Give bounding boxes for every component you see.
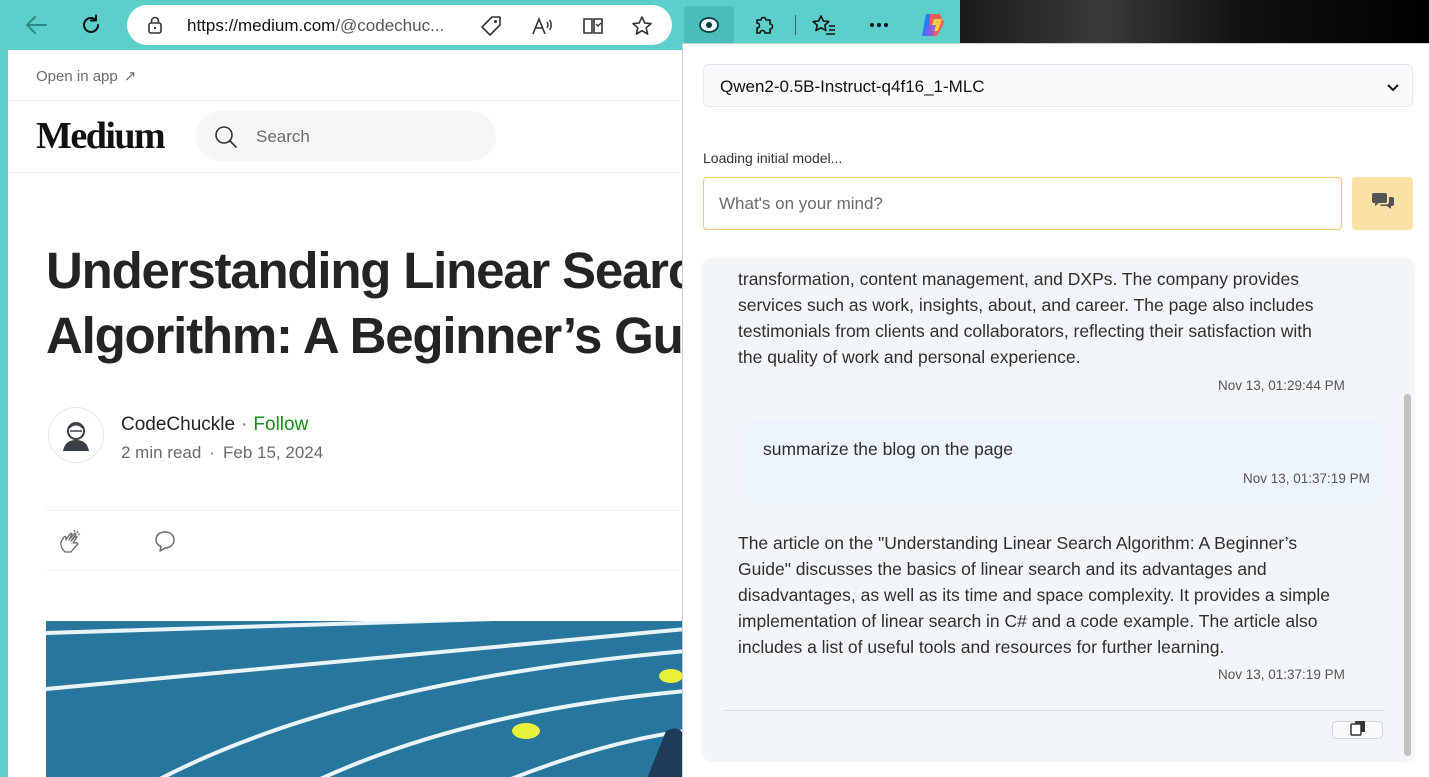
title-line-2: Algorithm: A Beginner’s Guide: [46, 307, 682, 364]
nav-divider: [8, 172, 682, 173]
send-button[interactable]: [1352, 177, 1413, 230]
model-select[interactable]: Qwen2-0.5B-Instruct-q4f16_1-MLC: [703, 64, 1413, 107]
search-placeholder: Search: [256, 127, 310, 146]
extension-eye-icon[interactable]: [684, 6, 734, 44]
url-path: /@codechuc...: [335, 16, 445, 35]
favorite-star-icon[interactable]: [630, 14, 654, 38]
meta-separator: ·: [209, 443, 215, 462]
article-hero-image: [46, 621, 682, 777]
chat-input[interactable]: What's on your mind?: [703, 177, 1342, 230]
message-line: The article on the "Understanding Linear…: [738, 533, 1298, 553]
chat-history[interactable]: ​ transformation, content management, an…: [703, 258, 1414, 760]
follow-button[interactable]: Follow: [253, 414, 308, 435]
message-line: implementation of linear search in C# an…: [738, 611, 1318, 631]
message-timestamp: Nov 13, 01:37:19 PM: [1243, 471, 1370, 486]
loading-status: Loading initial model...: [703, 150, 843, 166]
user-message-text: summarize the blog on the page: [763, 439, 1014, 459]
copilot-icon[interactable]: [914, 7, 950, 43]
open-in-app-label: Open in app: [36, 68, 118, 85]
search-icon: [214, 125, 238, 154]
immersive-reader-icon[interactable]: [581, 14, 605, 38]
author-separator: ·: [241, 414, 248, 435]
message-line: transformation, content management, and …: [738, 269, 1299, 289]
more-icon[interactable]: [861, 7, 897, 43]
actions-divider-bottom: [46, 570, 682, 571]
extensions-puzzle-icon[interactable]: [746, 7, 782, 43]
favorites-icon[interactable]: [806, 7, 842, 43]
url-host: https://medium.com: [187, 16, 336, 35]
header-divider: [8, 100, 682, 101]
assistant-message-1: transformation, content management, and …: [738, 266, 1314, 370]
author-avatar[interactable]: [48, 407, 104, 463]
message-timestamp: Nov 13, 01:37:19 PM: [1218, 667, 1345, 682]
chevron-down-icon: [1386, 80, 1400, 98]
model-select-value: Qwen2-0.5B-Instruct-q4f16_1-MLC: [720, 77, 985, 96]
chat-input-placeholder: What's on your mind?: [719, 194, 883, 213]
actions-divider-top: [46, 510, 682, 511]
open-in-app-link[interactable]: Open in app ↗: [36, 67, 136, 85]
read-aloud-icon[interactable]: [530, 14, 554, 38]
chat-scrollbar[interactable]: [1404, 394, 1411, 756]
copy-button[interactable]: [1332, 720, 1383, 741]
medium-logo[interactable]: Medium: [36, 114, 166, 158]
message-line: includes a list of useful tools and reso…: [738, 637, 1225, 657]
message-line: the quality of work and personal experie…: [738, 347, 1081, 367]
search-input[interactable]: Search: [196, 111, 496, 161]
comment-icon[interactable]: [153, 530, 177, 557]
lock-icon[interactable]: [147, 16, 163, 39]
article-title: Understanding Linear Search Algorithm: A…: [46, 238, 682, 368]
author-line: CodeChuckle · Follow: [121, 414, 308, 436]
medium-article-page: Open in app ↗ Medium Search Understanding…: [8, 50, 682, 777]
message-timestamp: Nov 13, 01:29:44 PM: [1218, 378, 1345, 393]
assistant-message-2: The article on the "Understanding Linear…: [738, 530, 1330, 660]
chat-side-panel: Qwen2-0.5B-Instruct-q4f16_1-MLC Loading …: [682, 43, 1429, 777]
message-line: services such as work, insights, about, …: [738, 295, 1314, 315]
message-line: disadvantages, as well as its time and s…: [738, 585, 1331, 605]
publish-date: Feb 15, 2024: [223, 443, 324, 462]
article-meta: 2 min read · Feb 15, 2024: [121, 443, 323, 463]
message-line: Guide" discusses the basics of linear se…: [738, 559, 1267, 579]
address-bar[interactable]: https://medium.com/@codechuc...: [127, 5, 672, 45]
author-name[interactable]: CodeChuckle: [121, 414, 235, 435]
back-icon[interactable]: [18, 7, 54, 43]
refresh-icon[interactable]: [73, 7, 109, 43]
url-text[interactable]: https://medium.com/@codechuc...: [187, 16, 462, 36]
tag-icon[interactable]: [479, 14, 503, 38]
clap-icon[interactable]: [58, 528, 84, 559]
read-time: 2 min read: [121, 443, 202, 462]
copy-icon: [1349, 720, 1366, 741]
background-image-strip: [960, 0, 1429, 43]
title-line-1: Understanding Linear Search: [46, 242, 682, 299]
chat-bubbles-icon: [1371, 191, 1395, 216]
chat-divider: [723, 710, 1383, 711]
toolbar-separator: [795, 15, 796, 35]
user-message: summarize the blog on the page Nov 13, 0…: [746, 419, 1383, 503]
message-line: testimonials from clients and collaborat…: [738, 321, 1312, 341]
external-arrow-icon: ↗: [123, 68, 137, 85]
